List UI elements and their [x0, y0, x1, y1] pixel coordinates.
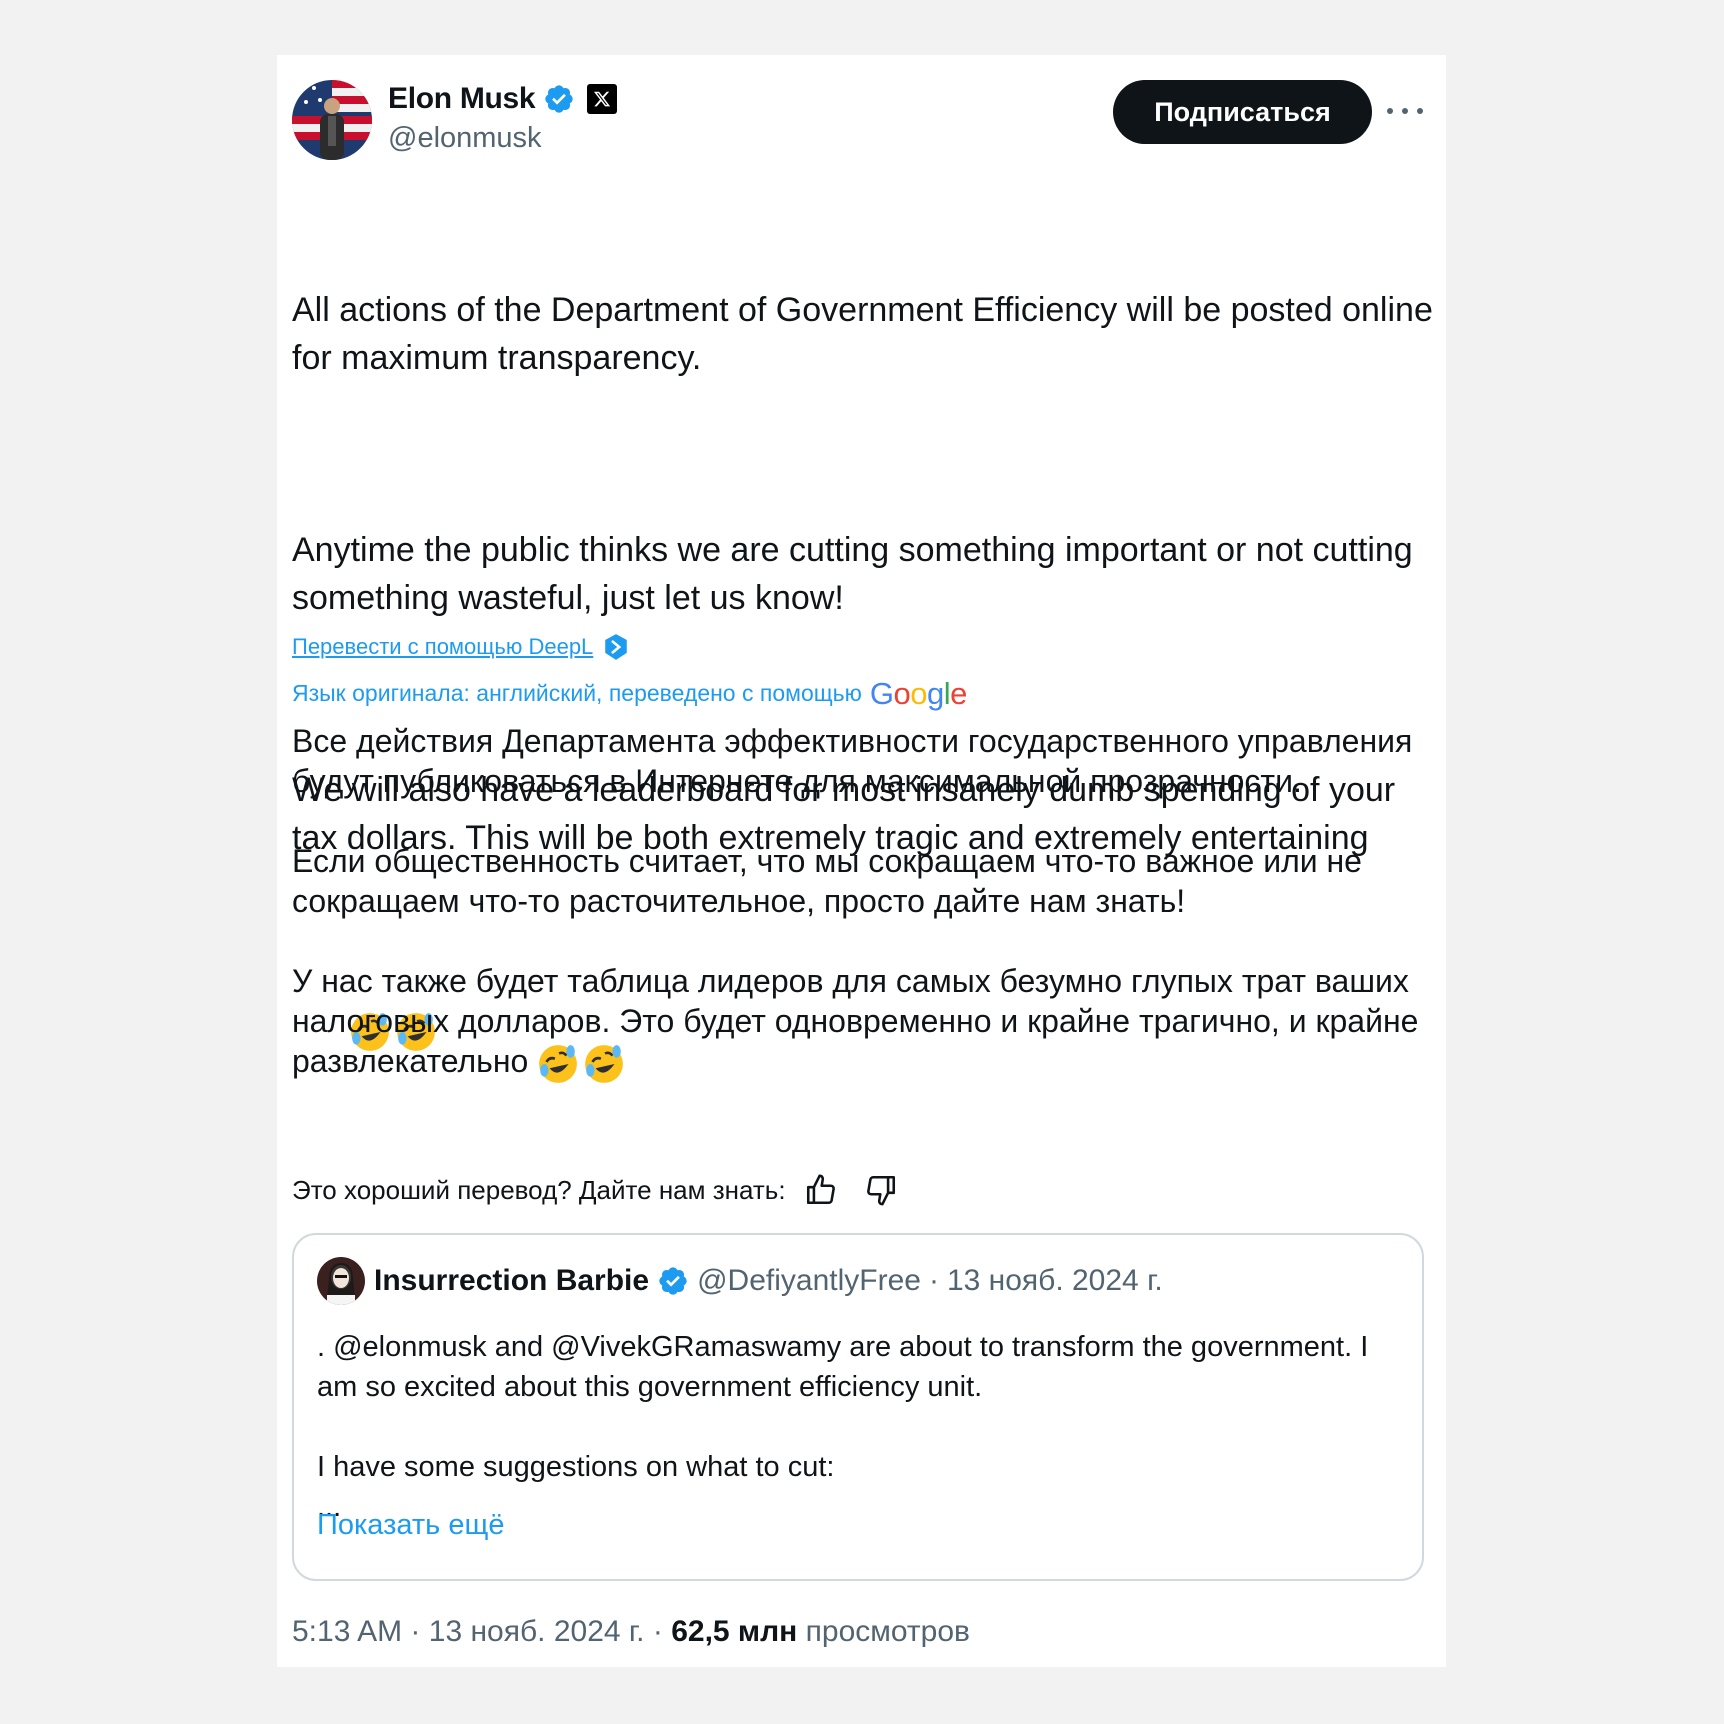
meta-separator: · [928, 1264, 939, 1297]
verified-badge-icon[interactable] [543, 83, 575, 115]
verified-badge-icon[interactable] [657, 1265, 689, 1297]
thumbs-down-icon[interactable] [864, 1173, 898, 1207]
author-name-row: Elon Musk [388, 79, 618, 119]
quoted-tweet[interactable]: Insurrection Barbie @DefiyantlyFree · 13… [292, 1233, 1424, 1581]
show-more-link[interactable]: Показать ещё [317, 1509, 504, 1542]
x-logo-icon[interactable] [587, 84, 618, 114]
translated-paragraph: Все действия Департамента эффективности … [292, 723, 1413, 799]
views-label: просмотров [805, 1615, 970, 1648]
more-options-icon[interactable] [1387, 95, 1423, 127]
translated-paragraph: Если общественность считает, что мы сокр… [292, 843, 1362, 919]
translated-text: Все действия Департамента эффективности … [292, 721, 1422, 1085]
tweet-paragraph: Anytime the public thinks we are cutting… [292, 531, 1423, 617]
tweet-card: Elon Musk @elonmusk Подписаться All acti… [277, 55, 1446, 1667]
quoted-author-handle[interactable]: @DefiyantlyFree [697, 1264, 921, 1298]
rofl-emoji-icon [539, 1044, 578, 1083]
quoted-author-name[interactable]: Insurrection Barbie [374, 1264, 649, 1298]
quoted-paragraph: . @elonmusk and @VivekGRamaswamy are abo… [317, 1331, 1369, 1403]
author-avatar[interactable] [292, 80, 372, 160]
tweet-paragraph: All actions of the Department of Governm… [292, 291, 1443, 377]
google-logo[interactable]: Google [870, 678, 968, 709]
quoted-date[interactable]: 13 нояб. 2024 г. [947, 1264, 1163, 1298]
tweet-meta: 5:13 AM · 13 нояб. 2024 г. · 62,5 млн пр… [292, 1615, 970, 1649]
quoted-author-avatar[interactable] [317, 1257, 365, 1305]
translation-note-text: Язык оригинала: английский, переведено с… [292, 680, 862, 706]
quoted-text: . @elonmusk and @VivekGRamaswamy are abo… [317, 1327, 1397, 1527]
author-name[interactable]: Elon Musk [388, 82, 536, 116]
translation-note: Язык оригинала: английский, переведено с… [292, 678, 967, 709]
author-handle[interactable]: @elonmusk [388, 122, 542, 155]
translated-paragraph-text: У нас также будет таблица лидеров для са… [292, 963, 1419, 1079]
feedback-prompt: Это хороший перевод? Дайте нам знать: [292, 1174, 786, 1205]
tweet-time[interactable]: 5:13 AM [292, 1615, 402, 1648]
thumbs-up-icon[interactable] [804, 1173, 838, 1207]
deepl-translate-link[interactable]: Перевести с помощью DeepL [292, 633, 629, 661]
deepl-link-label[interactable]: Перевести с помощью DeepL [292, 634, 593, 660]
subscribe-button[interactable]: Подписаться [1113, 80, 1372, 144]
tweet-date[interactable]: 13 нояб. 2024 г. [429, 1615, 645, 1648]
meta-separator: · [652, 1615, 663, 1648]
deepl-icon [605, 634, 628, 660]
rofl-emoji-icon [585, 1044, 624, 1083]
meta-separator: · [410, 1615, 421, 1648]
views-count: 62,5 млн [671, 1615, 798, 1648]
quoted-header: Insurrection Barbie @DefiyantlyFree · 13… [374, 1257, 1163, 1305]
translated-paragraph: У нас также будет таблица лидеров для са… [292, 961, 1422, 1085]
translation-feedback: Это хороший перевод? Дайте нам знать: [292, 1173, 898, 1207]
